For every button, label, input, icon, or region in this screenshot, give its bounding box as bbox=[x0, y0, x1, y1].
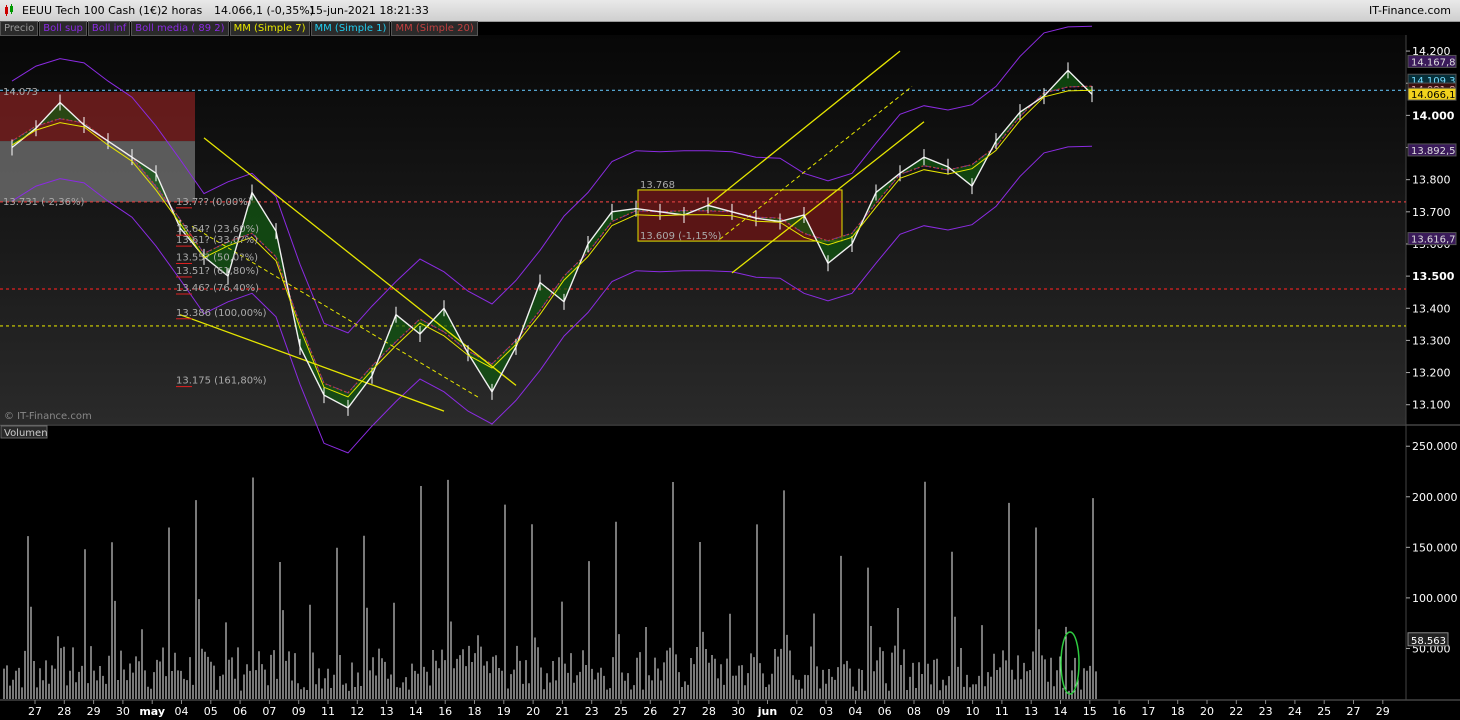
timeframe[interactable]: 2 horas bbox=[161, 4, 202, 17]
x-tick-label: 04 bbox=[848, 705, 862, 718]
quote-datetime: 15-jun-2021 18:21:33 bbox=[309, 4, 429, 17]
x-tick-label: 16 bbox=[1112, 705, 1126, 718]
x-tick-label: jun bbox=[757, 705, 777, 718]
y-tick-label: 13.800 bbox=[1412, 174, 1451, 187]
volume-tick-label: 150.000 bbox=[1412, 541, 1458, 554]
x-tick-label: 06 bbox=[233, 705, 247, 718]
title-bar: EEUU Tech 100 Cash (1€) 2 horas 14.066,1… bbox=[0, 0, 1460, 22]
zone-label: 14.073 bbox=[3, 87, 38, 98]
x-tick-label: 24 bbox=[1288, 705, 1302, 718]
x-tick-label: 05 bbox=[204, 705, 218, 718]
x-tick-label: 22 bbox=[1229, 705, 1243, 718]
x-tick-label: 11 bbox=[321, 705, 335, 718]
fib-level-label: 13.61? (33,0?%) bbox=[176, 235, 258, 246]
x-tick-label: 25 bbox=[1317, 705, 1331, 718]
y-tick-label: 13.500 bbox=[1412, 270, 1455, 283]
x-tick-label: 16 bbox=[438, 705, 452, 718]
legend-item[interactable]: Boll media ( 89 2) bbox=[131, 21, 229, 36]
x-tick-label: 17 bbox=[1141, 705, 1155, 718]
price-tag-label: 14.167,8 bbox=[1411, 57, 1456, 68]
fib-level-label: 13.46? (76,40%) bbox=[176, 283, 259, 294]
x-tick-label: 29 bbox=[87, 705, 101, 718]
y-tick-label: 13.400 bbox=[1412, 302, 1451, 315]
x-tick-label: 11 bbox=[995, 705, 1009, 718]
x-tick-label: 09 bbox=[936, 705, 950, 718]
volume-label: Volumen bbox=[4, 428, 48, 439]
x-tick-label: 20 bbox=[1200, 705, 1214, 718]
last-quote: 14.066,1 (-0,35%) bbox=[214, 4, 314, 17]
x-tick-label: 29 bbox=[1376, 705, 1390, 718]
watermark: © IT-Finance.com bbox=[4, 411, 92, 422]
x-tick-label: 02 bbox=[790, 705, 804, 718]
x-tick-label: 19 bbox=[497, 705, 511, 718]
x-tick-label: 23 bbox=[585, 705, 599, 718]
fib-level-label: 13.64? (23,60%) bbox=[176, 224, 259, 235]
x-tick-label: 13 bbox=[380, 705, 394, 718]
x-tick-label: 27 bbox=[28, 705, 42, 718]
price-tag-label: 13.616,7 bbox=[1411, 235, 1456, 246]
volume-tick-label: 200.000 bbox=[1412, 491, 1458, 504]
x-tick-label: 09 bbox=[292, 705, 306, 718]
fib-level-label: 13.7?? (0,00%) bbox=[176, 197, 252, 208]
x-tick-label: 14 bbox=[1054, 705, 1068, 718]
legend-item[interactable]: MM (Simple 20) bbox=[391, 21, 478, 36]
y-tick-label: 13.100 bbox=[1412, 399, 1451, 412]
y-tick-label: 13.200 bbox=[1412, 367, 1451, 380]
legend-item[interactable]: Boll sup bbox=[39, 21, 87, 36]
volume-axis-bg bbox=[1406, 426, 1460, 699]
date-axis: 27 28 29 30 may 04 05 06 07 09 11 12 13 14 16 18 19 20 21 2… bbox=[28, 700, 1390, 718]
y-tick-label: 13.300 bbox=[1412, 334, 1451, 347]
x-tick-label: may bbox=[139, 705, 165, 718]
x-tick-label: 18 bbox=[468, 705, 482, 718]
x-tick-label: 26 bbox=[643, 705, 657, 718]
indicator-legend: Precio Boll sup Boll inf Boll media ( 89 2)… bbox=[0, 21, 479, 36]
range-box-label: 13.768 bbox=[640, 180, 675, 191]
chart-candles-icon bbox=[5, 4, 13, 16]
x-tick-label: 06 bbox=[878, 705, 892, 718]
price-tag-label: 13.892,5 bbox=[1411, 146, 1456, 157]
volume-tick-label: 100.000 bbox=[1412, 592, 1458, 605]
fib-level-label: 13.175 (161,80%) bbox=[176, 376, 267, 387]
x-tick-label: 27 bbox=[673, 705, 687, 718]
x-tick-label: 30 bbox=[731, 705, 745, 718]
range-box-label: 13.609 (-1,15%) bbox=[640, 231, 721, 242]
legend-item[interactable]: MM (Simple 1) bbox=[310, 21, 391, 36]
x-tick-label: 25 bbox=[614, 705, 628, 718]
price-tag-label: 14.066,1 bbox=[1411, 90, 1456, 101]
fib-level-label: 13.51? (61,80%) bbox=[176, 266, 259, 277]
x-tick-label: 15 bbox=[1083, 705, 1097, 718]
x-tick-label: 27 bbox=[1347, 705, 1361, 718]
x-tick-label: 23 bbox=[1259, 705, 1273, 718]
x-tick-label: 04 bbox=[175, 705, 189, 718]
x-tick-label: 28 bbox=[57, 705, 71, 718]
x-tick-label: 12 bbox=[350, 705, 364, 718]
instrument-name: EEUU Tech 100 Cash (1€) bbox=[22, 4, 162, 17]
x-tick-label: 28 bbox=[702, 705, 716, 718]
legend-item[interactable]: MM (Simple 7) bbox=[229, 21, 310, 36]
fib-level-label: 13.386 (100,00%) bbox=[176, 308, 267, 319]
zone-label: 13.731 (-2,36%) bbox=[3, 197, 84, 208]
brand[interactable]: IT-Finance.com bbox=[1369, 4, 1451, 17]
chart-canvas: 13.7?? (0,00%) 13.64? (23,60%)13.61? (33,… bbox=[0, 25, 1460, 718]
y-tick-label: 13.700 bbox=[1412, 206, 1451, 219]
fib-level-label: 13.55? (50,0?%) bbox=[176, 252, 258, 263]
x-tick-label: 07 bbox=[262, 705, 276, 718]
x-tick-label: 18 bbox=[1171, 705, 1185, 718]
x-tick-label: 03 bbox=[819, 705, 833, 718]
legend-item[interactable]: Boll inf bbox=[87, 21, 131, 36]
legend-item[interactable]: Precio bbox=[0, 21, 39, 36]
volume-tick-label: 250.000 bbox=[1412, 440, 1458, 453]
x-tick-label: 21 bbox=[555, 705, 569, 718]
x-tick-label: 20 bbox=[526, 705, 540, 718]
x-tick-label: 14 bbox=[409, 705, 423, 718]
x-tick-label: 13 bbox=[1024, 705, 1038, 718]
volume-last-label: 58.563 bbox=[1411, 636, 1446, 647]
x-tick-label: 08 bbox=[907, 705, 921, 718]
x-tick-label: 30 bbox=[116, 705, 130, 718]
y-tick-label: 14.000 bbox=[1412, 109, 1455, 122]
x-tick-label: 10 bbox=[966, 705, 980, 718]
